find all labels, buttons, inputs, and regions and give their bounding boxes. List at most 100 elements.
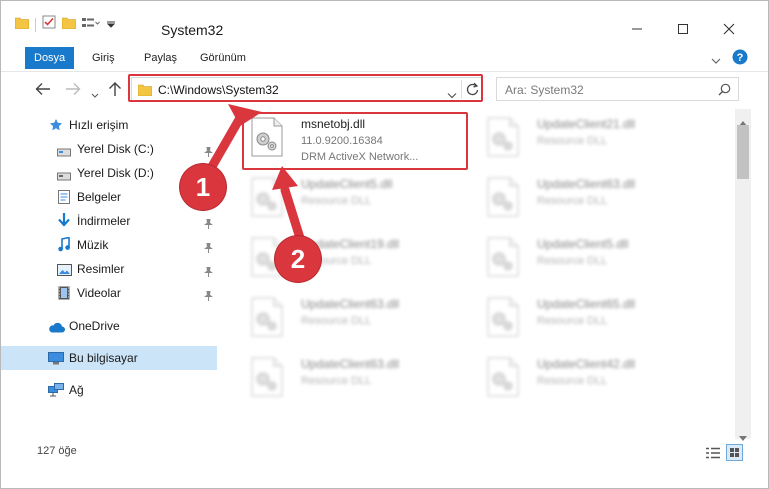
sidebar-item-label: Müzik — [77, 238, 109, 252]
documents-icon — [58, 190, 70, 209]
file-item[interactable]: UpdateClient65.dll Resource DLL — [479, 293, 699, 343]
folder-icon[interactable] — [14, 16, 30, 34]
pictures-icon — [57, 263, 72, 281]
file-name: UpdateClient21.dll — [537, 117, 636, 131]
tab-home[interactable]: Giriş — [83, 47, 124, 69]
file-description: Resource DLL — [537, 195, 608, 207]
sidebar-item-label: Hızlı erişim — [69, 118, 129, 132]
drive-icon — [57, 168, 71, 186]
help-icon[interactable]: ? — [732, 49, 748, 70]
file-item[interactable]: UpdateClient63.dll Resource DLL — [479, 173, 699, 223]
scrollbar-thumb[interactable] — [737, 125, 749, 179]
tab-view[interactable]: Görünüm — [191, 47, 255, 69]
search-placeholder[interactable]: Ara: System32 — [505, 83, 584, 97]
search-icon[interactable] — [718, 83, 731, 101]
file-name: UpdateClient63.dll — [301, 297, 400, 311]
status-bar: 127 öğe — [1, 441, 768, 465]
computer-icon — [48, 352, 64, 370]
sidebar-item-label: Ağ — [69, 383, 84, 397]
cloud-icon — [48, 320, 65, 338]
file-item[interactable]: UpdateClient19.dll Resource DLL — [243, 233, 463, 283]
sidebar-item-label: Yerel Disk (D:) — [77, 166, 154, 180]
sidebar-item-videos[interactable]: Videolar — [1, 281, 217, 305]
sidebar-item-network[interactable]: Ağ — [1, 378, 217, 402]
network-icon — [48, 383, 64, 402]
customize-toolbar-icon[interactable] — [106, 16, 116, 34]
file-item[interactable]: UpdateClient5.dll Resource DLL — [479, 233, 699, 283]
search-box[interactable]: Ara: System32 — [496, 77, 739, 101]
dll-file-icon — [251, 177, 283, 217]
sidebar-item-quick-access[interactable]: Hızlı erişim — [1, 113, 217, 137]
file-item[interactable]: UpdateClient5.dll Resource DLL — [243, 173, 463, 223]
sidebar-item-pictures[interactable]: Resimler — [1, 257, 217, 281]
sidebar-item-label: Videolar — [77, 286, 121, 300]
up-arrow-icon[interactable] — [108, 81, 122, 102]
file-description: Resource DLL — [301, 255, 372, 267]
minimize-button[interactable] — [614, 14, 660, 44]
view-options-icon[interactable] — [82, 16, 100, 34]
tab-file[interactable]: Dosya — [25, 47, 75, 69]
address-path[interactable]: C:\Windows\System32 — [158, 83, 279, 97]
sidebar-item-this-pc[interactable]: Bu bilgisayar — [1, 346, 217, 370]
sidebar-item-downloads[interactable]: İndirmeler — [1, 209, 217, 233]
file-item[interactable]: UpdateClient63.dll Resource DLL — [243, 353, 463, 403]
window-title: System32 — [161, 22, 224, 38]
file-list: msnetobj.dll 11.0.9200.16384 DRM ActiveX N… — [231, 109, 735, 435]
sidebar-item-local-disk-c[interactable]: Yerel Disk (C:) — [1, 137, 217, 161]
address-dropdown-icon[interactable] — [447, 86, 457, 104]
file-item[interactable]: UpdateClient63.dll Resource DLL — [243, 293, 463, 343]
drive-icon — [57, 144, 71, 162]
new-folder-icon[interactable] — [61, 16, 77, 34]
pin-icon — [204, 144, 213, 162]
dll-file-icon — [487, 177, 519, 217]
back-arrow-icon[interactable] — [35, 82, 51, 101]
pin-icon — [204, 264, 213, 282]
large-icons-view-icon[interactable] — [726, 444, 743, 461]
maximize-button[interactable] — [660, 14, 706, 44]
sidebar-item-onedrive[interactable]: OneDrive — [1, 314, 217, 338]
sidebar-item-documents[interactable]: Belgeler — [1, 185, 217, 209]
file-description: Resource DLL — [301, 195, 372, 207]
file-description: Resource DLL — [301, 375, 372, 387]
file-description: Resource DLL — [537, 375, 608, 387]
navigation-pane: Hızlı erişim Yerel Disk (C:) Yerel Disk … — [1, 109, 217, 435]
dll-file-icon — [487, 237, 519, 277]
pin-icon — [204, 240, 213, 258]
svg-text:?: ? — [737, 52, 744, 64]
file-name: UpdateClient19.dll — [301, 237, 400, 251]
sidebar-item-label: OneDrive — [69, 319, 120, 333]
file-item[interactable]: UpdateClient42.dll Resource DLL — [479, 353, 699, 403]
file-description: Resource DLL — [537, 255, 608, 267]
file-item-selected[interactable]: msnetobj.dll 11.0.9200.16384 DRM ActiveX N… — [243, 113, 463, 163]
properties-icon[interactable] — [42, 15, 56, 34]
expand-ribbon-icon[interactable] — [711, 52, 721, 70]
recent-locations-icon[interactable] — [91, 86, 99, 104]
sidebar-item-label: Bu bilgisayar — [69, 351, 138, 365]
sidebar-item-label: Belgeler — [77, 190, 122, 204]
sidebar-item-local-disk-d[interactable]: Yerel Disk (D:) — [1, 161, 217, 185]
dll-file-icon — [487, 117, 519, 157]
refresh-icon[interactable] — [466, 82, 479, 101]
file-description: Resource DLL — [537, 135, 608, 147]
explorer-window: System32 Dosya Giriş Paylaş Görünüm ? C:… — [0, 0, 769, 489]
file-name: msnetobj.dll — [301, 117, 366, 131]
folder-icon — [137, 83, 153, 101]
close-button[interactable] — [706, 14, 752, 44]
sidebar-item-label: Resimler — [77, 262, 125, 276]
videos-icon — [58, 286, 70, 305]
file-version: 11.0.9200.16384 — [301, 135, 383, 147]
address-bar[interactable]: C:\Windows\System32 — [131, 77, 482, 101]
details-view-icon[interactable] — [706, 446, 720, 464]
file-description: Resource DLL — [537, 315, 608, 327]
sidebar-item-label: Yerel Disk (C:) — [77, 142, 154, 156]
sidebar-item-music[interactable]: Müzik — [1, 233, 217, 257]
vertical-scrollbar[interactable] — [735, 109, 751, 441]
dll-file-icon — [251, 297, 283, 337]
file-name: UpdateClient65.dll — [537, 297, 636, 311]
pin-icon — [204, 216, 213, 234]
navigation-bar: C:\Windows\System32 Ara: System32 — [1, 72, 768, 106]
file-item[interactable]: UpdateClient21.dll Resource DLL — [479, 113, 699, 163]
title-bar: System32 — [1, 1, 768, 45]
forward-arrow-icon[interactable] — [65, 82, 81, 101]
tab-share[interactable]: Paylaş — [135, 47, 186, 69]
